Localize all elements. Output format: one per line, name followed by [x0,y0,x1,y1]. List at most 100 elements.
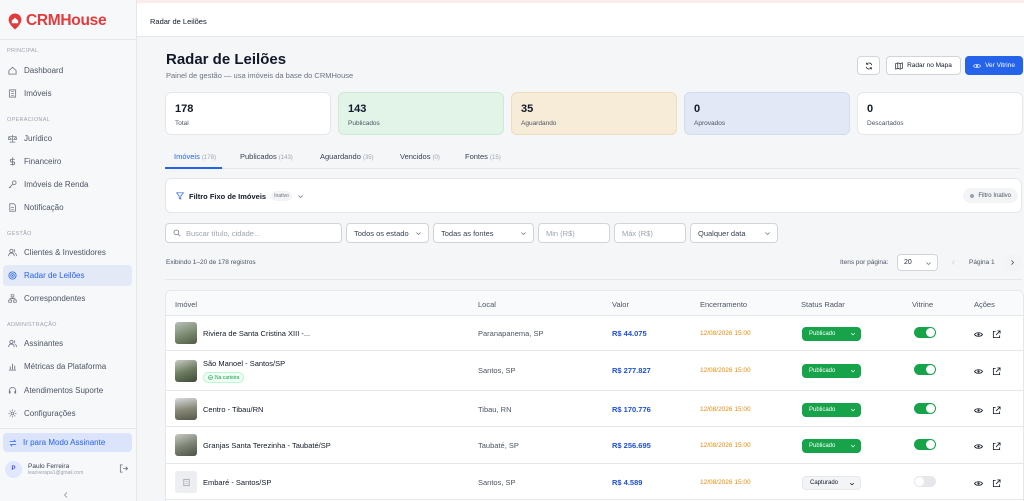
column-header[interactable]: Encerramento [700,300,747,309]
users-icon [8,339,17,348]
topbar: Radar de Leilões [137,3,1024,37]
view-eye-icon[interactable] [974,406,983,415]
vitrine-toggle[interactable] [914,327,936,338]
sidebar-item-atendimentos[interactable]: Atendimentos Suporte [3,380,132,401]
stat-value: 0 [867,103,874,115]
auction-table: Imóvel Local Valor Encerramento Status R… [165,290,1024,501]
sidebar-item-financeiro[interactable]: Financeiro [3,151,132,172]
eye-icon [973,63,981,68]
next-page-button[interactable] [1004,254,1021,271]
property-title[interactable]: Granjas Santa Terezinha - Taubaté/SP [203,441,331,450]
property-thumbnail [175,398,197,420]
view-eye-icon[interactable] [974,330,983,339]
sidebar-item-assinantes[interactable]: Assinantes [3,333,132,354]
chevron-left-icon [951,260,955,265]
sidebar-item-dashboard[interactable]: Dashboard [3,60,132,81]
vitrine-toggle[interactable] [914,439,936,450]
external-link-icon[interactable] [992,330,1001,339]
auction-end-date: 12/08/2026 15:00 [700,367,751,374]
table-row[interactable]: Riviera de Santa Cristina XIII -... Para… [166,316,1023,351]
table-row[interactable]: São Manoel - Santos/SP Na carteira Santo… [166,351,1023,391]
sidebar-item-metricas[interactable]: Métricas da Plataforma [3,356,132,377]
sidebar-item-imoveis-renda[interactable]: Imóveis de Renda [3,174,132,195]
chevron-down-icon [850,369,856,373]
chevron-down-icon [521,232,526,236]
vitrine-toggle[interactable] [914,364,936,375]
sidebar-item-radar-leiloes[interactable]: Radar de Leilões [3,265,132,286]
auction-end-date: 12/08/2026 15:00 [700,406,751,413]
logo[interactable]: CRMHouse [8,12,107,30]
chevron-down-icon [850,444,856,448]
column-header[interactable]: Vitrine [912,300,933,309]
section-divider [165,279,1022,280]
vitrine-toggle[interactable] [914,476,936,487]
external-link-icon[interactable] [992,479,1001,488]
status-select[interactable]: Publicado [802,439,861,453]
view-eye-icon[interactable] [974,442,983,451]
chevron-left-icon[interactable] [63,492,69,498]
tab-vencidos[interactable]: Vencidos (0) [400,152,440,161]
sidebar-item-juridico[interactable]: Jurídico [3,128,132,149]
external-link-icon[interactable] [992,442,1001,451]
sidebar-item-imoveis[interactable]: Imóveis [3,83,132,104]
tab-publicados[interactable]: Publicados (143) [240,152,293,161]
date-select[interactable]: Qualquer data [690,223,778,243]
prev-page-button[interactable] [945,254,962,271]
vitrine-toggle[interactable] [914,403,936,414]
user-profile[interactable]: P Paulo Ferreira leaoverapa1@gmail.com [5,458,132,480]
min-price-input[interactable]: Min (R$) [538,223,610,243]
max-price-input[interactable]: Máx (R$) [614,223,686,243]
refresh-icon [865,62,872,69]
ver-vitrine-button[interactable]: Ver Vitrine [965,56,1023,75]
table-row[interactable]: Granjas Santa Terezinha - Taubaté/SP Tau… [166,427,1023,464]
property-location: Taubaté, SP [478,441,519,450]
tab-imoveis[interactable]: Imóveis (178) [174,152,216,161]
breadcrumb: Radar de Leilões [150,17,207,26]
column-header[interactable]: Ações [974,300,995,309]
property-location: Tibau, RN [478,405,512,414]
search-input[interactable]: Buscar título, cidade... [165,223,342,243]
radar-map-button[interactable]: Radar no Mapa [886,56,961,75]
property-thumbnail [175,434,197,456]
view-eye-icon[interactable] [974,367,983,376]
property-title[interactable]: São Manoel - Santos/SP [203,359,285,368]
sidebar-item-correspondentes[interactable]: Correspondentes [3,288,132,309]
column-header[interactable]: Local [478,300,496,309]
refresh-button[interactable] [857,56,880,75]
status-select[interactable]: Publicado [802,364,861,378]
modo-assinante-button[interactable]: Ir para Modo Assinante [3,433,132,452]
external-link-icon[interactable] [992,367,1001,376]
table-row[interactable]: Embaré - Santos/SP Santos, SP R$ 4.589 1… [166,464,1023,500]
records-count: Exibindo 1–20 de 178 registros [166,259,256,266]
table-row[interactable]: Centro - Tibau/RN Tibau, RN R$ 170.776 1… [166,391,1023,427]
chevron-down-icon [765,232,770,236]
column-header[interactable]: Status Radar [801,300,845,309]
status-select[interactable]: Publicado [802,327,861,341]
sidebar-item-configuracoes[interactable]: Configurações [3,403,132,424]
search-placeholder: Buscar título, cidade... [186,228,261,238]
tab-label: Vencidos [400,152,431,161]
auction-end-date: 12/08/2026 15:00 [700,330,751,337]
column-header[interactable]: Valor [612,300,629,309]
property-title[interactable]: Embaré - Santos/SP [203,478,271,487]
status-select[interactable]: Publicado [802,403,861,417]
sidebar-item-clientes[interactable]: Clientes & Investidores [3,242,132,263]
stat-label: Aprovados [694,120,726,127]
property-title[interactable]: Centro - Tibau/RN [203,405,263,414]
tab-aguardando[interactable]: Aguardando (35) [320,152,374,161]
property-title[interactable]: Riviera de Santa Cristina XIII -... [203,329,310,338]
chevron-down-icon [297,194,303,198]
per-page-select[interactable]: 20 [897,254,938,271]
ver-vitrine-label: Ver Vitrine [985,62,1015,69]
external-link-icon[interactable] [992,406,1001,415]
column-header[interactable]: Imóvel [175,300,197,309]
property-thumbnail-placeholder [175,471,197,493]
fontes-select[interactable]: Todas as fontes [433,223,534,243]
fixed-filter-toggle[interactable]: Filtro Fixo de Imóveis Inativo [176,191,304,201]
status-select[interactable]: Capturado [802,476,861,490]
tab-fontes[interactable]: Fontes (15) [465,152,501,161]
logout-icon[interactable] [119,464,128,473]
estado-select[interactable]: Todos os estado [346,223,429,243]
view-eye-icon[interactable] [974,479,983,488]
sidebar-item-notificacao[interactable]: Notificação [3,197,132,218]
